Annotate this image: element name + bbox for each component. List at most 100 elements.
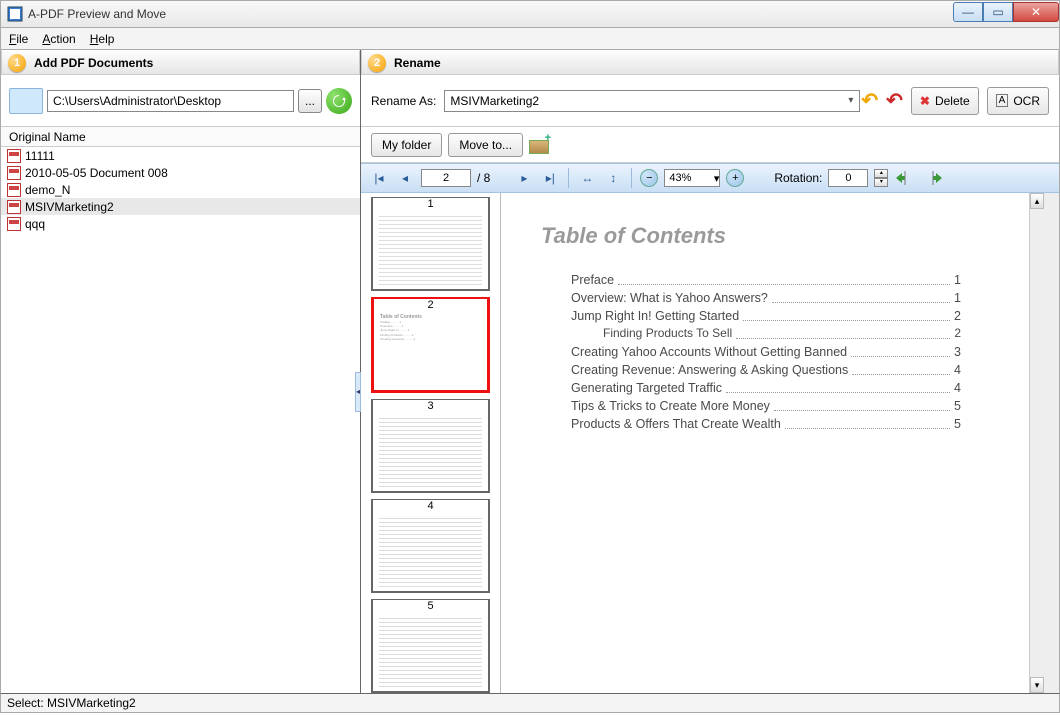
menu-bar: File Action Help [0,28,1060,50]
zoom-out-button[interactable]: − [640,169,658,187]
rename-dropdown-icon[interactable]: ▾ [848,95,853,106]
file-name: demo_N [25,183,70,197]
menu-help[interactable]: Help [90,32,115,46]
next-page-button[interactable]: ▸ [514,168,534,188]
thumb-preview [373,199,488,289]
list-header[interactable]: Original Name [1,127,360,147]
toc-dots [772,289,950,303]
pdf-icon [7,149,21,163]
thumb-label: 1 [373,198,488,210]
add-folder-icon[interactable] [529,136,549,154]
chevron-down-icon: ▾ [714,172,720,185]
thumbnail-strip[interactable]: 1 2Table of ContentsPreface ......... 1Ov… [361,193,501,693]
rotation-down[interactable]: ▾ [874,178,888,187]
toc-entry-name: Creating Yahoo Accounts Without Getting … [571,343,847,361]
ocr-button[interactable]: A OCR [987,87,1049,115]
flip-horizontal-button[interactable] [894,169,916,187]
pdf-icon [7,183,21,197]
rotation-input[interactable] [828,169,868,187]
zoom-select[interactable]: 43% ▾ [664,169,720,187]
toc-entry-page: 3 [954,343,961,361]
refresh-icon [332,94,346,108]
toc-entry-page: 2 [954,325,961,342]
delete-icon: ✖ [920,94,930,108]
total-pages-label: / 8 [477,171,490,185]
status-bar: Select: MSIVMarketing2 [0,693,1060,713]
undo-button[interactable]: ↶ [861,88,878,113]
move-to-button[interactable]: Move to... [448,133,523,157]
zoom-value: 43% [669,172,691,184]
zoom-in-button[interactable]: + [726,169,744,187]
maximize-button[interactable]: ▭ [983,2,1013,22]
minimize-button[interactable]: — [953,2,983,22]
menu-action[interactable]: Action [42,32,75,46]
file-item[interactable]: MSIVMarketing2 [1,198,360,215]
folder-icon[interactable] [9,88,43,114]
current-page-input[interactable] [421,169,471,187]
thumbnail-page-1[interactable]: 1 [371,197,490,291]
thumb-preview [373,501,488,591]
file-item[interactable]: qqq [1,215,360,232]
toc-entry-name: Preface [571,271,614,289]
file-item[interactable]: 11111 [1,147,360,164]
viewer-body: 1 2Table of ContentsPreface ......... 1Ov… [361,193,1059,693]
last-page-button[interactable]: ▸| [540,168,560,188]
toc-entry: Tips & Tricks to Create More Money5 [571,397,961,415]
thumbnail-page-5[interactable]: 5 [371,599,490,693]
toc-entry-name: Finding Products To Sell [603,325,732,342]
scroll-up[interactable]: ▴ [1030,193,1044,209]
toc-entry-page: 4 [954,379,961,397]
scroll-down[interactable]: ▾ [1030,677,1044,693]
toc-list: Preface1Overview: What is Yahoo Answers?… [541,271,961,433]
file-item[interactable]: demo_N [1,181,360,198]
delete-button[interactable]: ✖ Delete [911,87,979,115]
thumb-preview [373,601,488,691]
menu-file[interactable]: File [9,32,28,46]
ocr-icon: A [996,94,1009,107]
toc-entry-page: 5 [954,397,961,415]
status-text: Select: MSIVMarketing2 [7,696,136,710]
page-scrollbar[interactable]: ▴ ▾ [1029,193,1044,693]
thumbnail-page-4[interactable]: 4 [371,499,490,593]
redo-button[interactable]: ↶ [886,88,903,113]
my-folder-button[interactable]: My folder [371,133,442,157]
page-pane[interactable]: Table of Contents Preface1Overview: What… [501,193,1044,693]
file-item[interactable]: 2010-05-05 Document 008 [1,164,360,181]
window-controls: — ▭ ✕ [953,2,1059,22]
left-header-label: Add PDF Documents [34,56,153,70]
file-name: MSIVMarketing2 [25,200,114,214]
toc-dots [852,361,950,375]
path-row: ... [1,75,360,127]
thumbnail-page-3[interactable]: 3 [371,399,490,493]
thumb-label: 2 [374,299,487,311]
thumb-preview [373,401,488,491]
toc-entry: Creating Yahoo Accounts Without Getting … [571,343,961,361]
folder-row: My folder Move to... [361,127,1059,163]
toc-entry: Creating Revenue: Answering & Asking Que… [571,361,961,379]
path-input[interactable] [47,90,294,112]
fit-width-button[interactable]: ↔ [577,168,597,188]
toc-dots [618,271,950,285]
thumbnail-page-2[interactable]: 2Table of ContentsPreface ......... 1Ove… [371,297,490,393]
separator [568,168,569,188]
rotation-up[interactable]: ▴ [874,169,888,178]
step-1-badge: 1 [8,54,26,72]
toc-entry-page: 2 [954,307,961,325]
page-title: Table of Contents [541,223,1004,249]
rename-input[interactable] [444,90,860,112]
file-name: 2010-05-05 Document 008 [25,166,168,180]
toc-entry: Overview: What is Yahoo Answers?1 [571,289,961,307]
file-name: 11111 [25,149,55,163]
first-page-button[interactable]: |◂ [369,168,389,188]
pdf-icon [7,166,21,180]
toc-dots [785,415,950,429]
refresh-button[interactable] [326,88,352,114]
toc-entry: Jump Right In! Getting Started2 [571,307,961,325]
toc-dots [774,397,950,411]
close-button[interactable]: ✕ [1013,2,1059,22]
browse-button[interactable]: ... [298,89,322,113]
thumb-label: 4 [373,500,488,512]
flip-vertical-button[interactable] [922,169,944,187]
prev-page-button[interactable]: ◂ [395,168,415,188]
fit-height-button[interactable]: ↕ [603,168,623,188]
